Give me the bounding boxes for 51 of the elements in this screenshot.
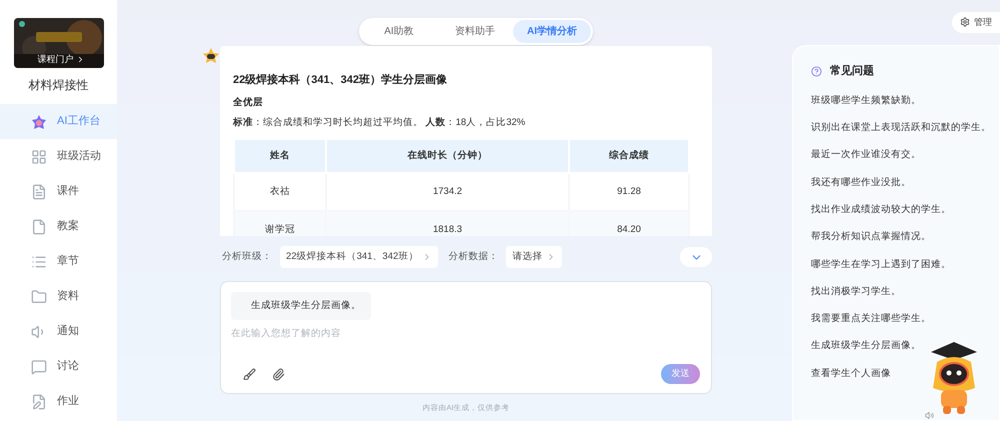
list-icon <box>31 254 47 270</box>
faq-title: 常见问题 <box>830 64 874 79</box>
sidebar-item[interactable]: 通知 <box>0 314 117 349</box>
chat-bubble-icon <box>31 358 47 374</box>
faq-question[interactable]: 生成班级学生分层画像。 <box>811 332 999 360</box>
sidebar-item[interactable]: 课件 <box>0 174 117 209</box>
faq-question[interactable]: 最近一次作业谁没有交。 <box>811 142 999 170</box>
sidebar-item[interactable]: 教案 <box>0 209 117 244</box>
paperclip-icon[interactable] <box>272 368 285 380</box>
sidebar-item[interactable]: 讨论 <box>0 349 117 384</box>
column-header: 姓名 <box>234 139 326 173</box>
tab[interactable]: 资料助手 <box>437 20 513 43</box>
slides-icon <box>31 184 47 200</box>
brush-icon[interactable] <box>243 368 256 380</box>
sidebar-item[interactable]: 资料 <box>0 279 117 314</box>
grid-icon <box>31 148 47 164</box>
faq-question[interactable]: 我需要重点关注哪些学生。 <box>811 306 999 333</box>
tab[interactable]: AI助教 <box>361 20 437 43</box>
selector-label: 分析班级： <box>222 250 272 264</box>
column-header: 在线时长（分钟） <box>326 139 569 173</box>
course-cover[interactable]: 课程门户 <box>14 18 104 68</box>
settings-icon <box>960 17 970 28</box>
faq-question[interactable]: 识别出在课堂上表现活跃和沉默的学生。 <box>811 114 999 142</box>
ai-star-icon <box>31 114 47 130</box>
document-icon <box>31 218 47 234</box>
question-icon <box>811 66 822 77</box>
column-header: 综合成绩 <box>569 139 689 173</box>
course-title: 材料焊接性 <box>28 77 88 94</box>
report-title: 22级焊接本科（341、342班）学生分层画像 <box>233 72 448 88</box>
selector-label: 分析数据： <box>448 250 498 264</box>
sidebar-item[interactable]: 作业 <box>0 384 117 419</box>
faq-question[interactable]: 找出作业成绩波动较大的学生。 <box>811 196 999 224</box>
message-input[interactable]: 在此输入您想了解的内容 <box>231 327 631 342</box>
faq-question[interactable]: 哪些学生在学习上遇到了困难。 <box>811 251 999 278</box>
edit-document-icon <box>31 394 47 410</box>
star-avatar-icon <box>202 48 220 64</box>
faq-question[interactable]: 班级哪些学生频繁缺勤。 <box>811 87 999 115</box>
faq-question[interactable]: 找出消极学习学生。 <box>811 278 999 306</box>
tier-heading: 全优层 <box>233 96 264 110</box>
sidebar-item[interactable]: 班级活动 <box>0 139 117 174</box>
selector-dropdown[interactable]: 请选择 <box>506 246 562 268</box>
folder-icon <box>31 288 47 304</box>
faq-question[interactable]: 帮我分析知识点掌握情况。 <box>811 224 999 252</box>
quoted-text: 生成班级学生分层画像。 <box>251 298 361 313</box>
criteria-text: 标准：综合成绩和学习时长均超过平均值。 人数：18人，占比32% <box>233 116 526 130</box>
selector-dropdown[interactable]: 22级焊接本科（341、342班） <box>280 246 438 268</box>
faq-question[interactable]: 查看学生个人画像 <box>811 360 999 388</box>
speaker-icon[interactable] <box>925 410 934 420</box>
faq-question[interactable]: 我还有哪些作业没批。 <box>811 169 999 196</box>
sidebar-item[interactable]: 章节 <box>0 244 117 279</box>
manage-button[interactable]: 管理 <box>952 12 1000 33</box>
